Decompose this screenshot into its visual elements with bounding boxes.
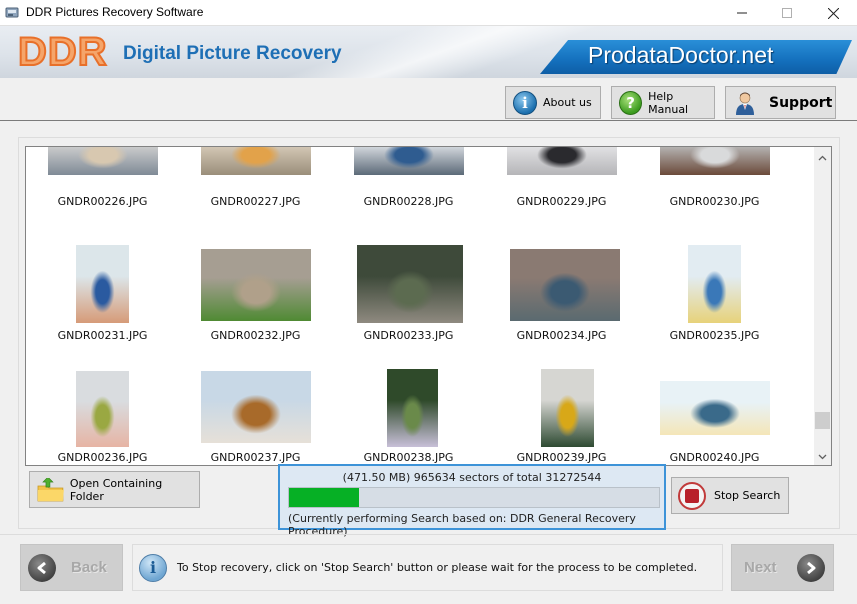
file-name: GNDR00236.JPG bbox=[57, 451, 148, 464]
gallery-item[interactable]: GNDR00230.JPG bbox=[638, 147, 791, 248]
file-name: GNDR00229.JPG bbox=[516, 195, 607, 208]
chevron-down-icon bbox=[818, 454, 827, 459]
support-person-icon bbox=[736, 92, 754, 115]
gallery-item[interactable]: GNDR00227.JPG bbox=[179, 147, 332, 248]
info-message-bar: i To Stop recovery, click on 'Stop Searc… bbox=[132, 544, 723, 591]
photo-thumbnail[interactable] bbox=[201, 371, 311, 443]
maximize-icon bbox=[782, 8, 792, 18]
footer-divider bbox=[0, 534, 857, 535]
gallery-item[interactable]: GNDR00238.JPG bbox=[332, 365, 485, 465]
file-name: GNDR00231.JPG bbox=[57, 329, 148, 342]
photo-thumbnail[interactable] bbox=[387, 369, 438, 447]
chevron-left-icon bbox=[28, 553, 56, 582]
folder-open-icon bbox=[37, 477, 64, 501]
next-button[interactable]: Next bbox=[731, 544, 834, 591]
gallery-item[interactable]: GNDR00226.JPG bbox=[26, 147, 179, 248]
gallery-item[interactable]: GNDR00239.JPG bbox=[485, 365, 638, 465]
help-manual-label: Help Manual bbox=[648, 89, 689, 116]
file-name: GNDR00235.JPG bbox=[669, 329, 760, 342]
brand-name: ProdataDoctor.net bbox=[588, 42, 774, 68]
photo-thumbnail[interactable] bbox=[201, 147, 311, 175]
open-folder-label: Open Containing Folder bbox=[69, 476, 163, 503]
help-manual-button[interactable]: ? Help Manual bbox=[611, 86, 715, 119]
support-button[interactable]: Support bbox=[725, 86, 836, 119]
stop-search-button[interactable]: Stop Search bbox=[671, 477, 789, 514]
gallery-item[interactable]: GNDR00231.JPG bbox=[26, 243, 179, 366]
file-name: GNDR00238.JPG bbox=[363, 451, 454, 464]
photo-thumbnail[interactable] bbox=[76, 371, 129, 447]
minimize-button[interactable] bbox=[719, 0, 765, 26]
progress-bar bbox=[288, 487, 660, 508]
gallery-item[interactable]: GNDR00229.JPG bbox=[485, 147, 638, 248]
photo-thumbnail[interactable] bbox=[201, 249, 311, 321]
photo-thumbnail[interactable] bbox=[660, 381, 770, 435]
maximize-button[interactable] bbox=[764, 0, 810, 26]
about-us-button[interactable]: i About us bbox=[505, 86, 601, 119]
info-icon: i bbox=[513, 90, 537, 115]
photo-thumbnail[interactable] bbox=[688, 245, 741, 323]
file-name: GNDR00226.JPG bbox=[57, 195, 148, 208]
photo-thumbnail[interactable] bbox=[541, 369, 594, 447]
sectors-progress-text: (471.50 MB) 965634 sectors of total 3127… bbox=[342, 471, 602, 484]
photo-thumbnail[interactable] bbox=[510, 249, 620, 321]
gallery-item[interactable]: GNDR00233.JPG bbox=[332, 243, 485, 366]
help-icon: ? bbox=[619, 90, 643, 115]
chevron-up-icon bbox=[818, 155, 827, 160]
header-banner: DDR Digital Picture Recovery ProdataDoct… bbox=[0, 26, 857, 78]
scroll-down-button[interactable] bbox=[814, 448, 831, 465]
recovered-files-gallery: GNDR00226.JPG GNDR00227.JPG GNDR00228.JPG G… bbox=[25, 146, 832, 466]
file-name: GNDR00234.JPG bbox=[516, 329, 607, 342]
app-icon bbox=[5, 7, 19, 18]
product-name: Digital Picture Recovery bbox=[123, 43, 342, 64]
back-label: Back bbox=[71, 559, 107, 576]
file-name: GNDR00237.JPG bbox=[210, 451, 301, 464]
minimize-icon bbox=[737, 12, 747, 14]
about-us-label: About us bbox=[543, 96, 592, 109]
info-message: To Stop recovery, click on 'Stop Search'… bbox=[177, 561, 698, 574]
file-name: GNDR00227.JPG bbox=[210, 195, 301, 208]
window-title: DDR Pictures Recovery Software bbox=[26, 5, 204, 19]
gallery-item[interactable]: GNDR00228.JPG bbox=[332, 147, 485, 248]
chevron-right-icon bbox=[796, 553, 825, 582]
file-name: GNDR00240.JPG bbox=[669, 451, 760, 464]
info-icon: i bbox=[139, 553, 167, 582]
file-name: GNDR00239.JPG bbox=[516, 451, 607, 464]
file-name: GNDR00230.JPG bbox=[669, 195, 760, 208]
toolbar: i About us ? Help Manual Support bbox=[0, 78, 857, 121]
file-name: GNDR00233.JPG bbox=[363, 329, 454, 342]
scrollbar-thumb[interactable] bbox=[815, 412, 830, 430]
support-label: Support bbox=[769, 94, 833, 111]
gallery-item[interactable]: GNDR00240.JPG bbox=[638, 365, 791, 465]
photo-thumbnail[interactable] bbox=[48, 147, 158, 175]
photo-thumbnail[interactable] bbox=[357, 245, 463, 323]
photo-thumbnail[interactable] bbox=[507, 147, 617, 175]
gallery-item[interactable]: GNDR00232.JPG bbox=[179, 243, 332, 366]
photo-thumbnail[interactable] bbox=[76, 245, 129, 323]
progress-bar-fill bbox=[289, 488, 360, 507]
thumbnail-grid: GNDR00226.JPG GNDR00227.JPG GNDR00228.JPG G… bbox=[26, 147, 814, 465]
scroll-up-button[interactable] bbox=[814, 149, 831, 166]
open-containing-folder-button[interactable]: Open Containing Folder bbox=[29, 471, 200, 508]
file-name: GNDR00232.JPG bbox=[210, 329, 301, 342]
title-bar: DDR Pictures Recovery Software bbox=[0, 0, 857, 26]
gallery-item[interactable]: GNDR00237.JPG bbox=[179, 365, 332, 465]
stop-icon bbox=[678, 481, 706, 510]
stop-search-label: Stop Search bbox=[714, 489, 781, 502]
vertical-scrollbar[interactable] bbox=[814, 147, 831, 465]
gallery-item[interactable]: GNDR00236.JPG bbox=[26, 365, 179, 465]
progress-panel: (471.50 MB) 965634 sectors of total 3127… bbox=[278, 464, 666, 538]
photo-thumbnail[interactable] bbox=[354, 147, 464, 175]
file-name: GNDR00228.JPG bbox=[363, 195, 454, 208]
photo-thumbnail[interactable] bbox=[660, 147, 770, 175]
ddr-logo: DDR bbox=[17, 29, 108, 75]
gallery-item[interactable]: GNDR00235.JPG bbox=[638, 243, 791, 366]
close-icon bbox=[827, 7, 839, 19]
next-label: Next bbox=[744, 559, 777, 576]
gallery-item[interactable]: GNDR00234.JPG bbox=[485, 243, 638, 366]
close-button[interactable] bbox=[810, 0, 856, 26]
back-button[interactable]: Back bbox=[20, 544, 123, 591]
